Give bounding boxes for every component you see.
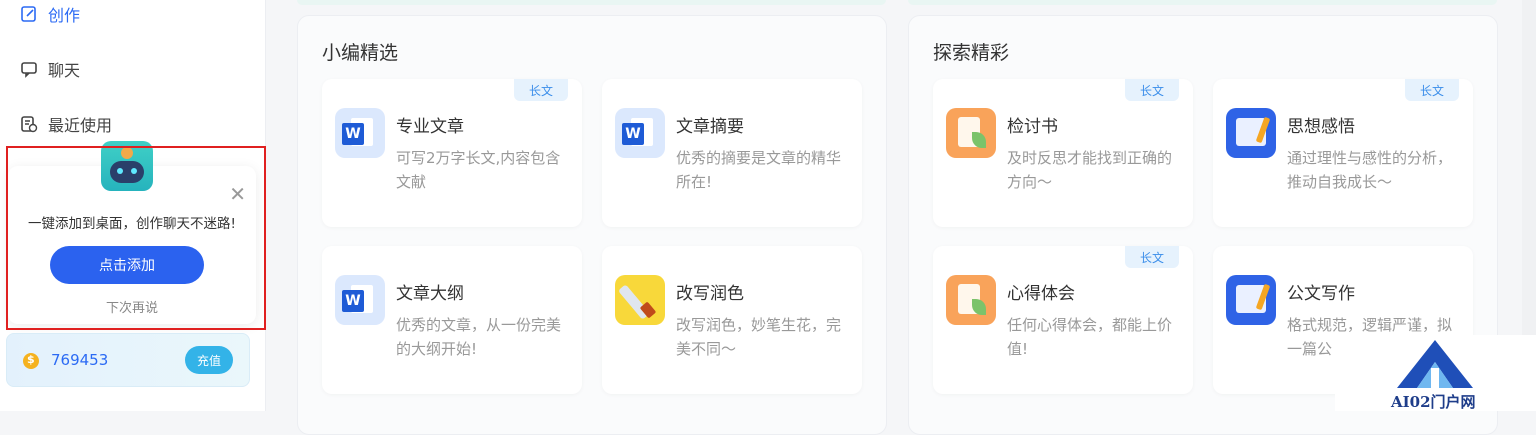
- site-logo-icon: [1397, 340, 1473, 388]
- card-desc: 优秀的摘要是文章的精华所在!: [676, 149, 842, 191]
- watermark-text: AI02门户网: [1391, 393, 1476, 411]
- card-desc: 优秀的文章，从一份完美的大纲开始!: [396, 316, 562, 358]
- history-icon: [21, 116, 38, 133]
- nav-item-chat[interactable]: 聊天: [20, 57, 80, 81]
- long-text-tag: 长文: [1405, 79, 1459, 101]
- chat-icon: [21, 62, 37, 78]
- site-watermark: AI02门户网: [1335, 335, 1536, 411]
- review-icon: [946, 108, 996, 158]
- popup-message: 一键添加到桌面，创作聊天不迷路!: [28, 216, 236, 232]
- nav-item-label: 最近使用: [48, 116, 113, 135]
- card-article-summary[interactable]: W 文章摘要 优秀的摘要是文章的精华所在!: [602, 79, 862, 227]
- long-text-tag: 长文: [514, 79, 568, 101]
- recharge-button[interactable]: 充值: [185, 346, 233, 374]
- card-title: 公文写作: [1287, 284, 1355, 304]
- brush-icon: [615, 275, 665, 325]
- long-text-tag: 长文: [1125, 246, 1179, 268]
- card-title: 文章摘要: [676, 117, 744, 137]
- remind-later-link[interactable]: 下次再说: [8, 297, 256, 316]
- coin-icon: [23, 353, 39, 369]
- card-experience[interactable]: 长文 心得体会 任何心得体会，都能上价值!: [933, 246, 1193, 394]
- card-desc: 改写润色，妙笔生花，完美不同～: [676, 316, 842, 358]
- nav-item-label: 聊天: [48, 61, 81, 80]
- card-desc: 通过理性与感性的分析，推动自我成长～: [1287, 149, 1453, 191]
- card-title: 文章大纲: [396, 284, 464, 304]
- card-article-outline[interactable]: W 文章大纲 优秀的文章，从一份完美的大纲开始!: [322, 246, 582, 394]
- coin-balance-bar: 769453 充值: [6, 333, 250, 387]
- nav-item-create[interactable]: 创作: [20, 2, 80, 26]
- nav-item-label: 创作: [48, 6, 81, 25]
- panel-title: 小编精选: [322, 42, 399, 64]
- word-icon: W: [615, 108, 665, 158]
- long-text-tag: 长文: [1125, 79, 1179, 101]
- word-icon: W: [335, 275, 385, 325]
- card-professional-article[interactable]: 长文 W 专业文章 可写2万字长文,内容包含文献: [322, 79, 582, 227]
- card-title: 改写润色: [676, 284, 744, 304]
- card-rewrite-polish[interactable]: 改写润色 改写润色，妙笔生花，完美不同～: [602, 246, 862, 394]
- notebook-icon: [1226, 275, 1276, 325]
- card-title: 专业文章: [396, 117, 464, 137]
- word-icon: W: [335, 108, 385, 158]
- card-desc: 任何心得体会，都能上价值!: [1007, 316, 1173, 358]
- nav-item-recent[interactable]: 最近使用: [20, 112, 112, 136]
- edit-icon: [21, 6, 36, 22]
- card-title: 思想感悟: [1287, 117, 1355, 137]
- card-title: 检讨书: [1007, 117, 1058, 137]
- card-thoughts[interactable]: 长文 思想感悟 通过理性与感性的分析，推动自我成长～: [1213, 79, 1473, 227]
- card-title: 心得体会: [1007, 284, 1075, 304]
- notebook-icon: [1226, 108, 1276, 158]
- top-strip: [297, 0, 886, 5]
- review-icon: [946, 275, 996, 325]
- card-desc: 及时反思才能找到正确的方向～: [1007, 149, 1173, 191]
- panel-editor-picks: 小编精选 长文 W 专业文章 可写2万字长文,内容包含文献 W 文章摘要 优秀的…: [297, 15, 887, 435]
- coin-balance: 769453: [51, 351, 109, 369]
- card-desc: 可写2万字长文,内容包含文献: [396, 149, 561, 191]
- close-icon[interactable]: ✕: [229, 184, 246, 204]
- top-strip: [908, 0, 1497, 5]
- sidebar: 创作 聊天 最近使用 ✕ 一键添加到桌面，创作聊天不迷路! 点击添加 下次再说 …: [0, 0, 266, 411]
- panel-title: 探索精彩: [933, 42, 1010, 64]
- add-to-desktop-button[interactable]: 点击添加: [50, 246, 204, 284]
- card-self-review[interactable]: 长文 检讨书 及时反思才能找到正确的方向～: [933, 79, 1193, 227]
- robot-icon: [101, 141, 153, 191]
